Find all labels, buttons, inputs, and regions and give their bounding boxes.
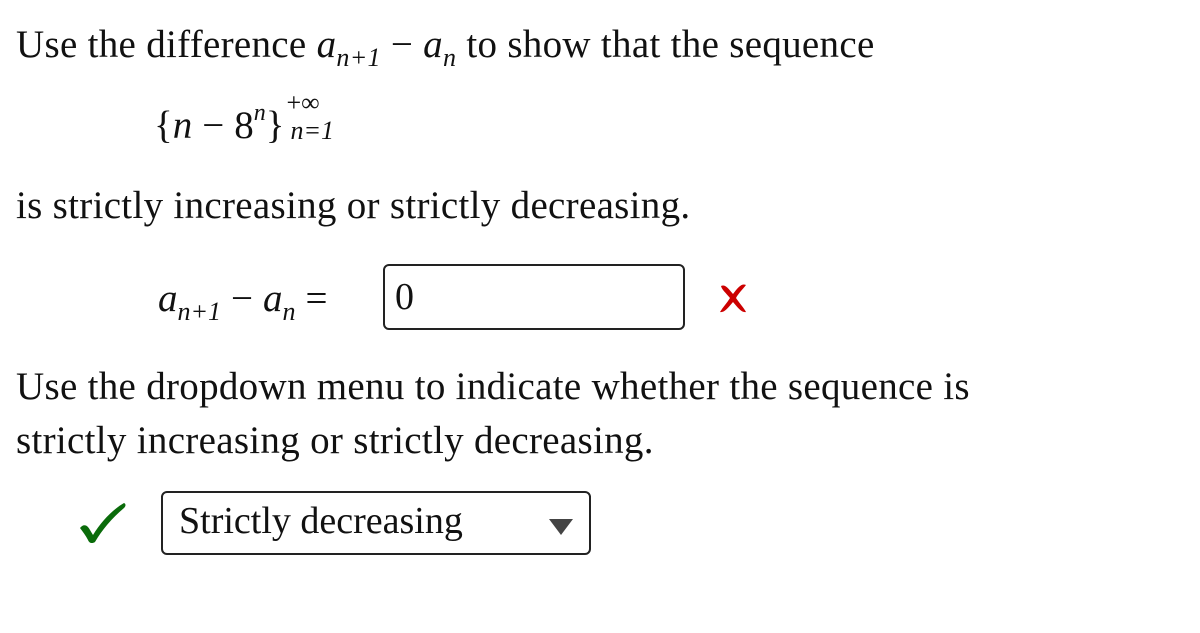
monotonicity-dropdown[interactable]: Strictly decreasing — [161, 491, 591, 555]
instruction-line-1: Use the dropdown menu to indicate whethe… — [16, 365, 970, 408]
question-line-2: is strictly increasing or strictly decre… — [16, 184, 691, 227]
lower-limit: n=1 — [290, 116, 335, 145]
checkmark-icon — [80, 503, 126, 544]
intro-prefix: Use the difference — [16, 23, 307, 66]
x-mark-icon — [720, 284, 746, 313]
caret-down-icon — [549, 519, 573, 535]
difference-label: an+1− an = — [158, 277, 328, 326]
sequence-limits: +∞ n=1 — [284, 88, 348, 145]
dropdown-selected-value: Strictly decreasing — [179, 500, 463, 542]
difference-expression: an+1− an — [316, 23, 457, 72]
upper-limit: +∞ — [286, 88, 320, 117]
sequence-expression: {n −8n} +∞ n=1 — [154, 88, 348, 148]
intro-suffix: to show that the sequence — [466, 23, 875, 66]
instruction-line-2: strictly increasing or strictly decreasi… — [16, 419, 654, 462]
question-intro: Use the difference an+1− an to show that … — [16, 22, 875, 73]
difference-answer-input[interactable] — [383, 264, 685, 330]
